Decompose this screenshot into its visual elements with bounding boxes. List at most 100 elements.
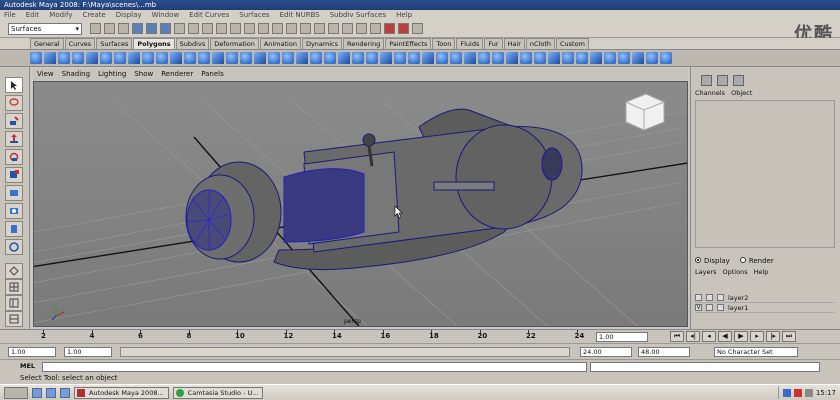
render-settings-icon[interactable]	[412, 23, 423, 34]
shelf-tool-icon[interactable]	[422, 52, 434, 64]
step-back-frame-button[interactable]: ◂	[702, 331, 716, 342]
shelf-tab-polygons[interactable]: Polygons	[133, 38, 175, 49]
shelf-tab-surfaces[interactable]: Surfaces	[96, 38, 133, 49]
display-layer-radio[interactable]: Display	[695, 257, 730, 265]
viewport-menu-show[interactable]: Show	[134, 69, 153, 80]
shelf-tool-icon[interactable]	[310, 52, 322, 64]
tool-settings-toggle-icon[interactable]	[717, 75, 728, 86]
shelf-tab-dynamics[interactable]: Dynamics	[301, 38, 343, 49]
attribute-editor-toggle-icon[interactable]	[701, 75, 712, 86]
layer-visibility-toggle[interactable]	[695, 294, 702, 301]
animation-start-field[interactable]: 1.00	[8, 347, 56, 357]
lasso-tool-icon[interactable]	[5, 95, 23, 111]
mel-label[interactable]: MEL	[20, 362, 35, 370]
shelf-tool-icon[interactable]	[562, 52, 574, 64]
layer-help-menu[interactable]: Help	[754, 268, 769, 276]
persp-outliner-layout-icon[interactable]	[5, 295, 23, 311]
shelf-tool-icon[interactable]	[58, 52, 70, 64]
menu-modify[interactable]: Modify	[49, 10, 72, 20]
last-tool-icon[interactable]	[5, 239, 23, 255]
shelf-tool-icon[interactable]	[226, 52, 238, 64]
shelf-tab-painteffects[interactable]: PaintEffects	[385, 38, 432, 49]
scale-tool-icon[interactable]	[5, 167, 23, 183]
shelf-tab-fluids[interactable]: Fluids	[456, 38, 484, 49]
object-menu[interactable]: Object	[731, 89, 752, 97]
single-perspective-layout-icon[interactable]	[5, 263, 23, 279]
shelf-tool-icon[interactable]	[30, 52, 42, 64]
paint-select-tool-icon[interactable]	[5, 113, 23, 129]
layer-options-menu[interactable]: Options	[723, 268, 748, 276]
shelf-tab-general[interactable]: General	[30, 38, 64, 49]
snap-grid-icon[interactable]	[272, 23, 283, 34]
render-frame-icon[interactable]	[384, 23, 395, 34]
shelf-tool-icon[interactable]	[254, 52, 266, 64]
shelf-tool-icon[interactable]	[198, 52, 210, 64]
shelf-tab-fur[interactable]: Fur	[484, 38, 503, 49]
tray-app-icon[interactable]	[793, 388, 802, 397]
playback-start-field[interactable]: 1.00	[64, 347, 112, 357]
shelf-tab-rendering[interactable]: Rendering	[343, 38, 385, 49]
quick-launch-icon[interactable]	[60, 387, 70, 398]
go-to-start-button[interactable]: ⏮	[670, 331, 684, 342]
four-view-layout-icon[interactable]	[5, 279, 23, 295]
layer-type-toggle[interactable]	[706, 294, 713, 301]
shelf-tool-icon[interactable]	[660, 52, 672, 64]
viewport-menu-renderer[interactable]: Renderer	[161, 69, 193, 80]
shelf-tool-icon[interactable]	[646, 52, 658, 64]
rotate-tool-icon[interactable]	[5, 149, 23, 165]
viewport-menu-lighting[interactable]: Lighting	[98, 69, 126, 80]
play-forwards-button[interactable]: ▶	[734, 331, 748, 342]
step-forward-key-button[interactable]: |▸	[766, 331, 780, 342]
menu-window[interactable]: Window	[152, 10, 180, 20]
shelf-tool-icon[interactable]	[506, 52, 518, 64]
shelf-tool-icon[interactable]	[128, 52, 140, 64]
mask-surface-icon[interactable]	[216, 23, 227, 34]
mask-dynamic-icon[interactable]	[244, 23, 255, 34]
taskbar-item-camtasia[interactable]: Camtasia Studio - U...	[172, 386, 264, 399]
menu-create[interactable]: Create	[82, 10, 105, 20]
select-tool-icon[interactable]	[5, 77, 23, 93]
shelf-tool-icon[interactable]	[324, 52, 336, 64]
shelf-tab-toon[interactable]: Toon	[432, 38, 456, 49]
show-manipulator-icon[interactable]	[5, 221, 23, 237]
tray-network-icon[interactable]	[782, 388, 791, 397]
go-to-end-button[interactable]: ⏭	[782, 331, 796, 342]
range-slider-bar[interactable]	[120, 347, 570, 357]
shelf-tool-icon[interactable]	[86, 52, 98, 64]
select-component-icon[interactable]	[160, 23, 171, 34]
shelf-tool-icon[interactable]	[170, 52, 182, 64]
select-hierarchy-icon[interactable]	[132, 23, 143, 34]
ipr-render-icon[interactable]	[398, 23, 409, 34]
mask-deform-icon[interactable]	[230, 23, 241, 34]
construction-history-icon[interactable]	[370, 23, 381, 34]
shelf-tab-hair[interactable]: Hair	[503, 38, 525, 49]
shelf-tab-custom[interactable]: Custom	[556, 38, 589, 49]
save-scene-icon[interactable]	[118, 23, 129, 34]
shelf-tool-icon[interactable]	[464, 52, 476, 64]
shelf-tab-subdivs[interactable]: Subdivs	[175, 38, 210, 49]
shelf-tool-icon[interactable]	[268, 52, 280, 64]
shelf-tool-icon[interactable]	[604, 52, 616, 64]
shelf-tool-icon[interactable]	[380, 52, 392, 64]
shelf-tool-icon[interactable]	[618, 52, 630, 64]
shelf-tool-icon[interactable]	[240, 52, 252, 64]
shelf-tab-deformation[interactable]: Deformation	[210, 38, 259, 49]
shelf-tool-icon[interactable]	[436, 52, 448, 64]
play-backwards-button[interactable]: ◀	[718, 331, 732, 342]
step-forward-frame-button[interactable]: ▸	[750, 331, 764, 342]
shelf-tool-icon[interactable]	[408, 52, 420, 64]
playback-end-field[interactable]: 24.00	[580, 347, 632, 357]
shelf-tool-icon[interactable]	[576, 52, 588, 64]
quick-launch-icon[interactable]	[46, 387, 56, 398]
shelf-tool-icon[interactable]	[478, 52, 490, 64]
shelf-tool-icon[interactable]	[212, 52, 224, 64]
shelf-tool-icon[interactable]	[114, 52, 126, 64]
shelf-tool-icon[interactable]	[548, 52, 560, 64]
start-button[interactable]	[4, 386, 28, 399]
tray-volume-icon[interactable]	[804, 388, 813, 397]
channels-menu[interactable]: Channels	[695, 89, 725, 97]
layer-type-toggle[interactable]	[706, 304, 713, 311]
shelf-tool-icon[interactable]	[534, 52, 546, 64]
output-ops-icon[interactable]	[356, 23, 367, 34]
shelf-tool-icon[interactable]	[492, 52, 504, 64]
